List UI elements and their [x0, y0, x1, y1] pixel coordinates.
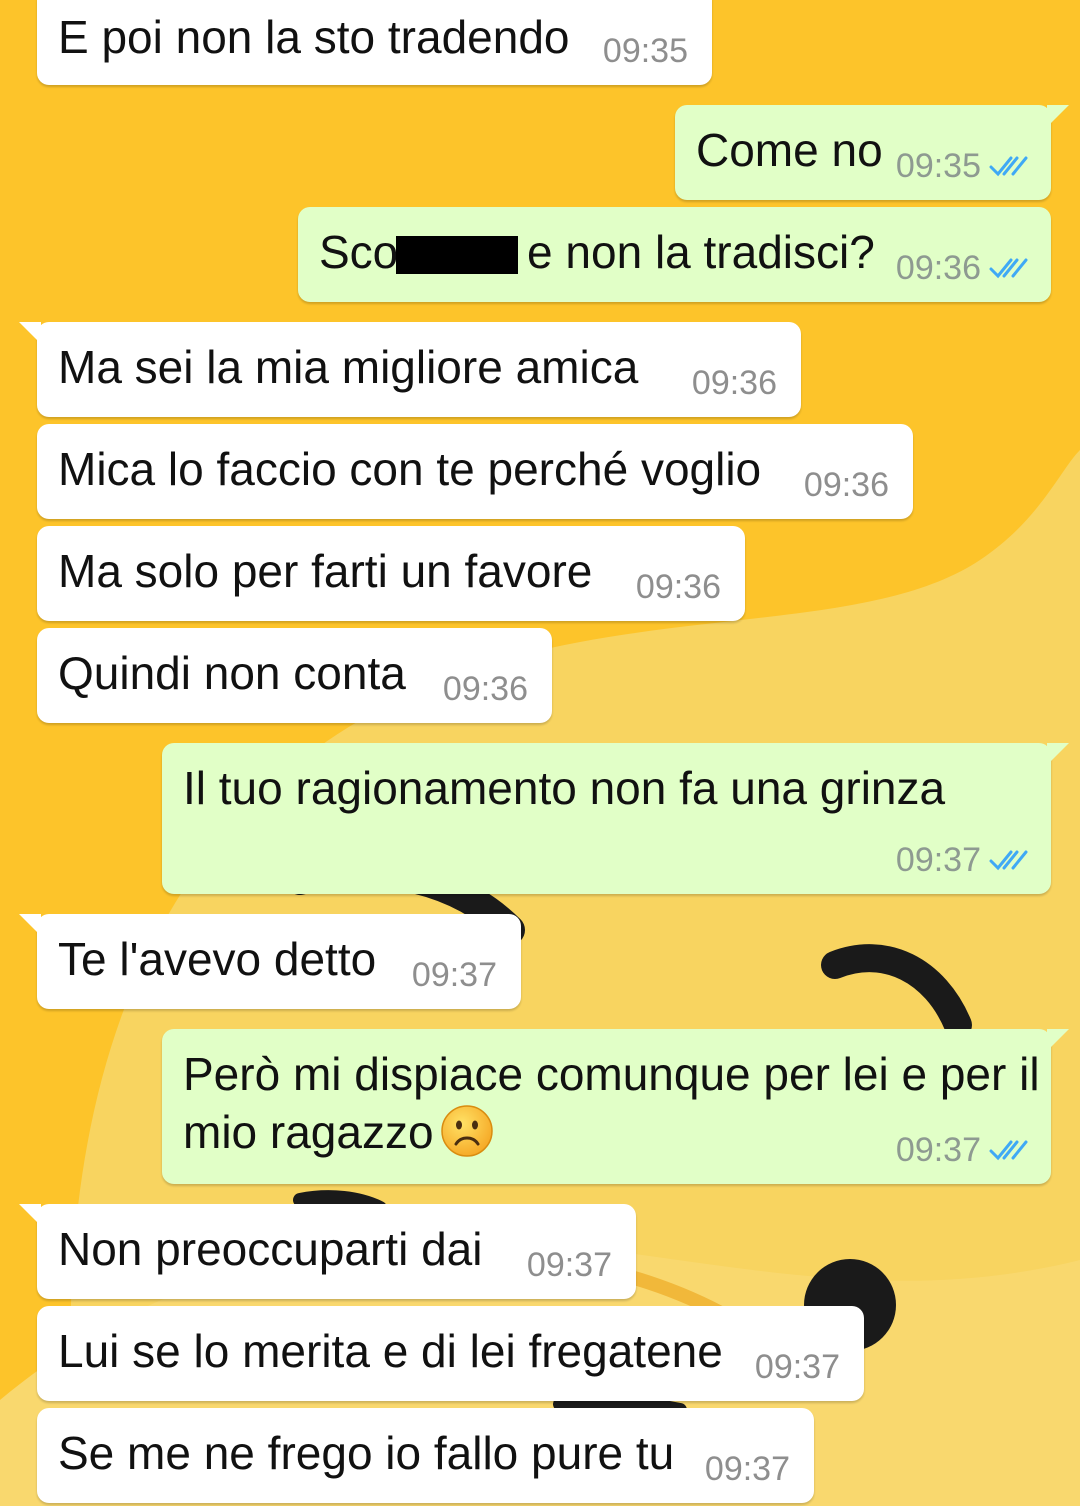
message-time: 09:37 — [411, 956, 497, 994]
message-meta: 09:37 — [755, 1347, 840, 1387]
message-meta: 09:37 — [896, 1130, 1029, 1170]
bubble-tail — [19, 1204, 41, 1226]
redaction-bar — [396, 236, 519, 274]
message-outgoing[interactable]: Come no 09:35 — [675, 105, 1069, 200]
message-text: Mica lo faccio con te perché voglio — [58, 443, 762, 495]
message-time: 09:36 — [442, 670, 528, 708]
message-time: 09:37 — [526, 1246, 612, 1284]
message-time: 09:36 — [635, 568, 721, 606]
message-meta: 09:36 — [692, 363, 777, 403]
message-text-part: Sco — [319, 226, 399, 278]
message-meta: 09:36 — [896, 248, 1029, 288]
message-text: Te l'avevo detto — [58, 933, 377, 985]
message-text-part: e non la tradisci? — [514, 226, 875, 278]
message-line: Però mi dispiace comunque per lei e per … — [183, 1048, 1040, 1100]
message-text: Come no — [696, 124, 883, 176]
message-text: Ma solo per farti un favore — [58, 545, 593, 597]
message-text: Lui se lo merita e di lei fregatene — [58, 1325, 723, 1377]
message-incoming[interactable]: Ma sei la mia migliore amica 09:36 — [19, 322, 801, 417]
message-text: Il tuo ragionamento non fa una grinza — [183, 762, 946, 814]
message-incoming[interactable]: Mica lo faccio con te perché voglio 09:3… — [37, 424, 913, 519]
message-meta: 09:37 — [527, 1245, 612, 1285]
double-check-read-icon — [989, 156, 1028, 177]
message-time: 09:37 — [704, 1450, 790, 1488]
message-time: 09:37 — [895, 841, 981, 879]
bubble-tail — [1047, 105, 1069, 127]
message-incoming[interactable]: Lui se lo merita e di lei fregatene 09:3… — [37, 1306, 864, 1401]
message-meta: 09:37 — [896, 840, 1029, 880]
message-text: Non preoccuparti dai — [58, 1223, 483, 1275]
message-incoming[interactable]: Non preoccuparti dai 09:37 — [19, 1204, 636, 1299]
message-outgoing[interactable]: Però mi dispiace comunque per lei e per … — [162, 1029, 1069, 1184]
message-text: E poi non la sto tradendo — [58, 11, 570, 63]
message-incoming[interactable]: Te l'avevo detto 09:37 — [19, 914, 521, 1009]
message-meta: 09:36 — [443, 669, 528, 709]
message-text: Quindi non conta — [58, 647, 406, 699]
bubble-tail — [1047, 743, 1069, 765]
message-time: 09:37 — [895, 1131, 981, 1169]
message-incoming[interactable]: E poi non la sto tradendo 09:35 — [37, 0, 712, 85]
message-outgoing[interactable]: Sco e non la tradisci? 09:36 — [298, 207, 1051, 302]
frowning-face-emoji-icon — [440, 1105, 493, 1157]
message-incoming[interactable]: Ma solo per farti un favore 09:36 — [37, 526, 745, 621]
bubble-tail — [1047, 1029, 1069, 1051]
message-time: 09:35 — [895, 147, 981, 185]
message-line: mio ragazzo — [183, 1106, 434, 1158]
double-check-read-icon — [989, 258, 1028, 279]
message-time: 09:36 — [803, 466, 889, 504]
message-meta: 09:37 — [412, 955, 497, 995]
message-text: Se me ne frego io fallo pure tu — [58, 1427, 675, 1479]
bubble-tail — [19, 322, 41, 344]
double-check-read-icon — [989, 1140, 1028, 1161]
message-meta: 09:35 — [603, 31, 688, 71]
message-meta: 09:36 — [636, 567, 721, 607]
message-outgoing[interactable]: Il tuo ragionamento non fa una grinza 09… — [162, 743, 1069, 894]
bubble-tail — [19, 914, 41, 936]
double-check-read-icon — [989, 850, 1028, 871]
message-list[interactable]: E poi non la sto tradendo 09:35 Come no … — [0, 0, 1080, 1506]
message-incoming[interactable]: Quindi non conta 09:36 — [37, 628, 552, 723]
message-time: 09:36 — [691, 364, 777, 402]
message-text: Ma sei la mia migliore amica — [58, 341, 639, 393]
message-meta: 09:36 — [804, 465, 889, 505]
message-meta: 09:35 — [896, 146, 1029, 186]
message-incoming[interactable]: Se me ne frego io fallo pure tu 09:37 — [37, 1408, 814, 1503]
message-meta: 09:37 — [705, 1449, 790, 1489]
message-text: Sco e non la tradisci? — [319, 223, 875, 281]
message-time: 09:35 — [602, 32, 688, 70]
message-time: 09:37 — [754, 1348, 840, 1386]
message-time: 09:36 — [895, 249, 981, 287]
